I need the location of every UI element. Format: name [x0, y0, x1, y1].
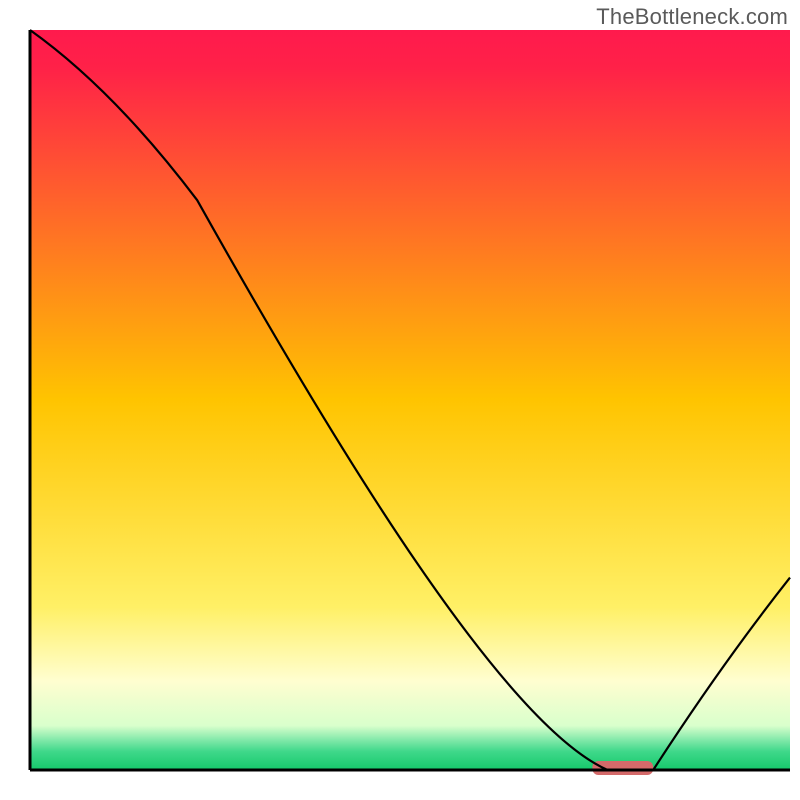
chart-svg: [0, 0, 800, 800]
watermark-text: TheBottleneck.com: [596, 4, 788, 30]
plot-background: [30, 30, 790, 770]
bottleneck-chart: TheBottleneck.com: [0, 0, 800, 800]
